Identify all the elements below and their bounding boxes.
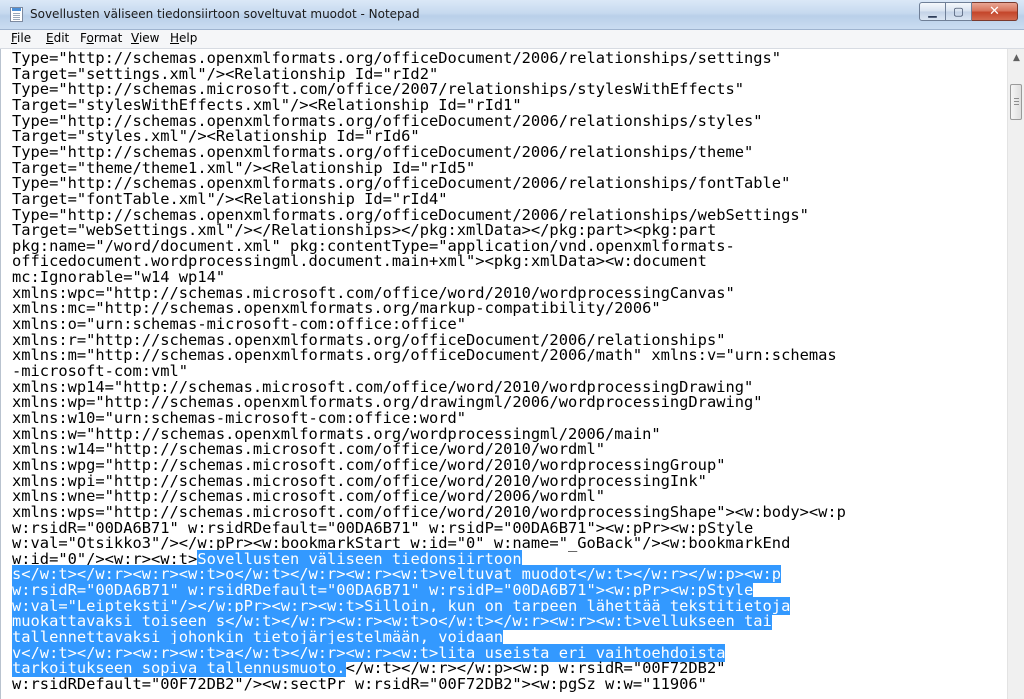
- text-editor-area[interactable]: Type="http://schemas.openxmlformats.org/…: [0, 49, 1007, 699]
- menu-help[interactable]: Help: [169, 31, 198, 45]
- menu-view[interactable]: View: [130, 31, 160, 45]
- close-button[interactable]: ✕: [972, 2, 1018, 21]
- menu-format[interactable]: Format: [79, 31, 123, 45]
- minimize-icon: ▁: [928, 5, 937, 18]
- window-title: Sovellusten väliseen tiedonsiirtoon sove…: [30, 7, 420, 21]
- maximize-button[interactable]: ▢: [946, 2, 972, 21]
- menu-bar: File Edit Format View Help: [0, 30, 1024, 49]
- maximize-icon: ▢: [953, 5, 964, 18]
- text-line[interactable]: w:rsidRDefault="00F72DB2"/><w:sectPr w:r…: [12, 675, 707, 693]
- text-segment: w:rsidRDefault="00F72DB2"/><w:sectPr w:r…: [12, 675, 707, 693]
- vertical-scrollbar[interactable]: ▲: [1007, 49, 1024, 699]
- scroll-up-arrow-icon[interactable]: ▲: [1009, 50, 1024, 66]
- scrollbar-thumb[interactable]: [1010, 84, 1022, 120]
- menu-edit[interactable]: Edit: [45, 31, 70, 45]
- notepad-window: Sovellusten väliseen tiedonsiirtoon sove…: [0, 0, 1024, 699]
- minimize-button[interactable]: ▁: [919, 2, 946, 21]
- menu-file[interactable]: File: [10, 31, 32, 45]
- title-bar[interactable]: Sovellusten väliseen tiedonsiirtoon sove…: [0, 0, 1024, 30]
- window-controls: ▁ ▢ ✕: [919, 2, 1018, 22]
- notepad-app-icon[interactable]: [10, 7, 23, 22]
- close-icon: ✕: [989, 4, 1000, 19]
